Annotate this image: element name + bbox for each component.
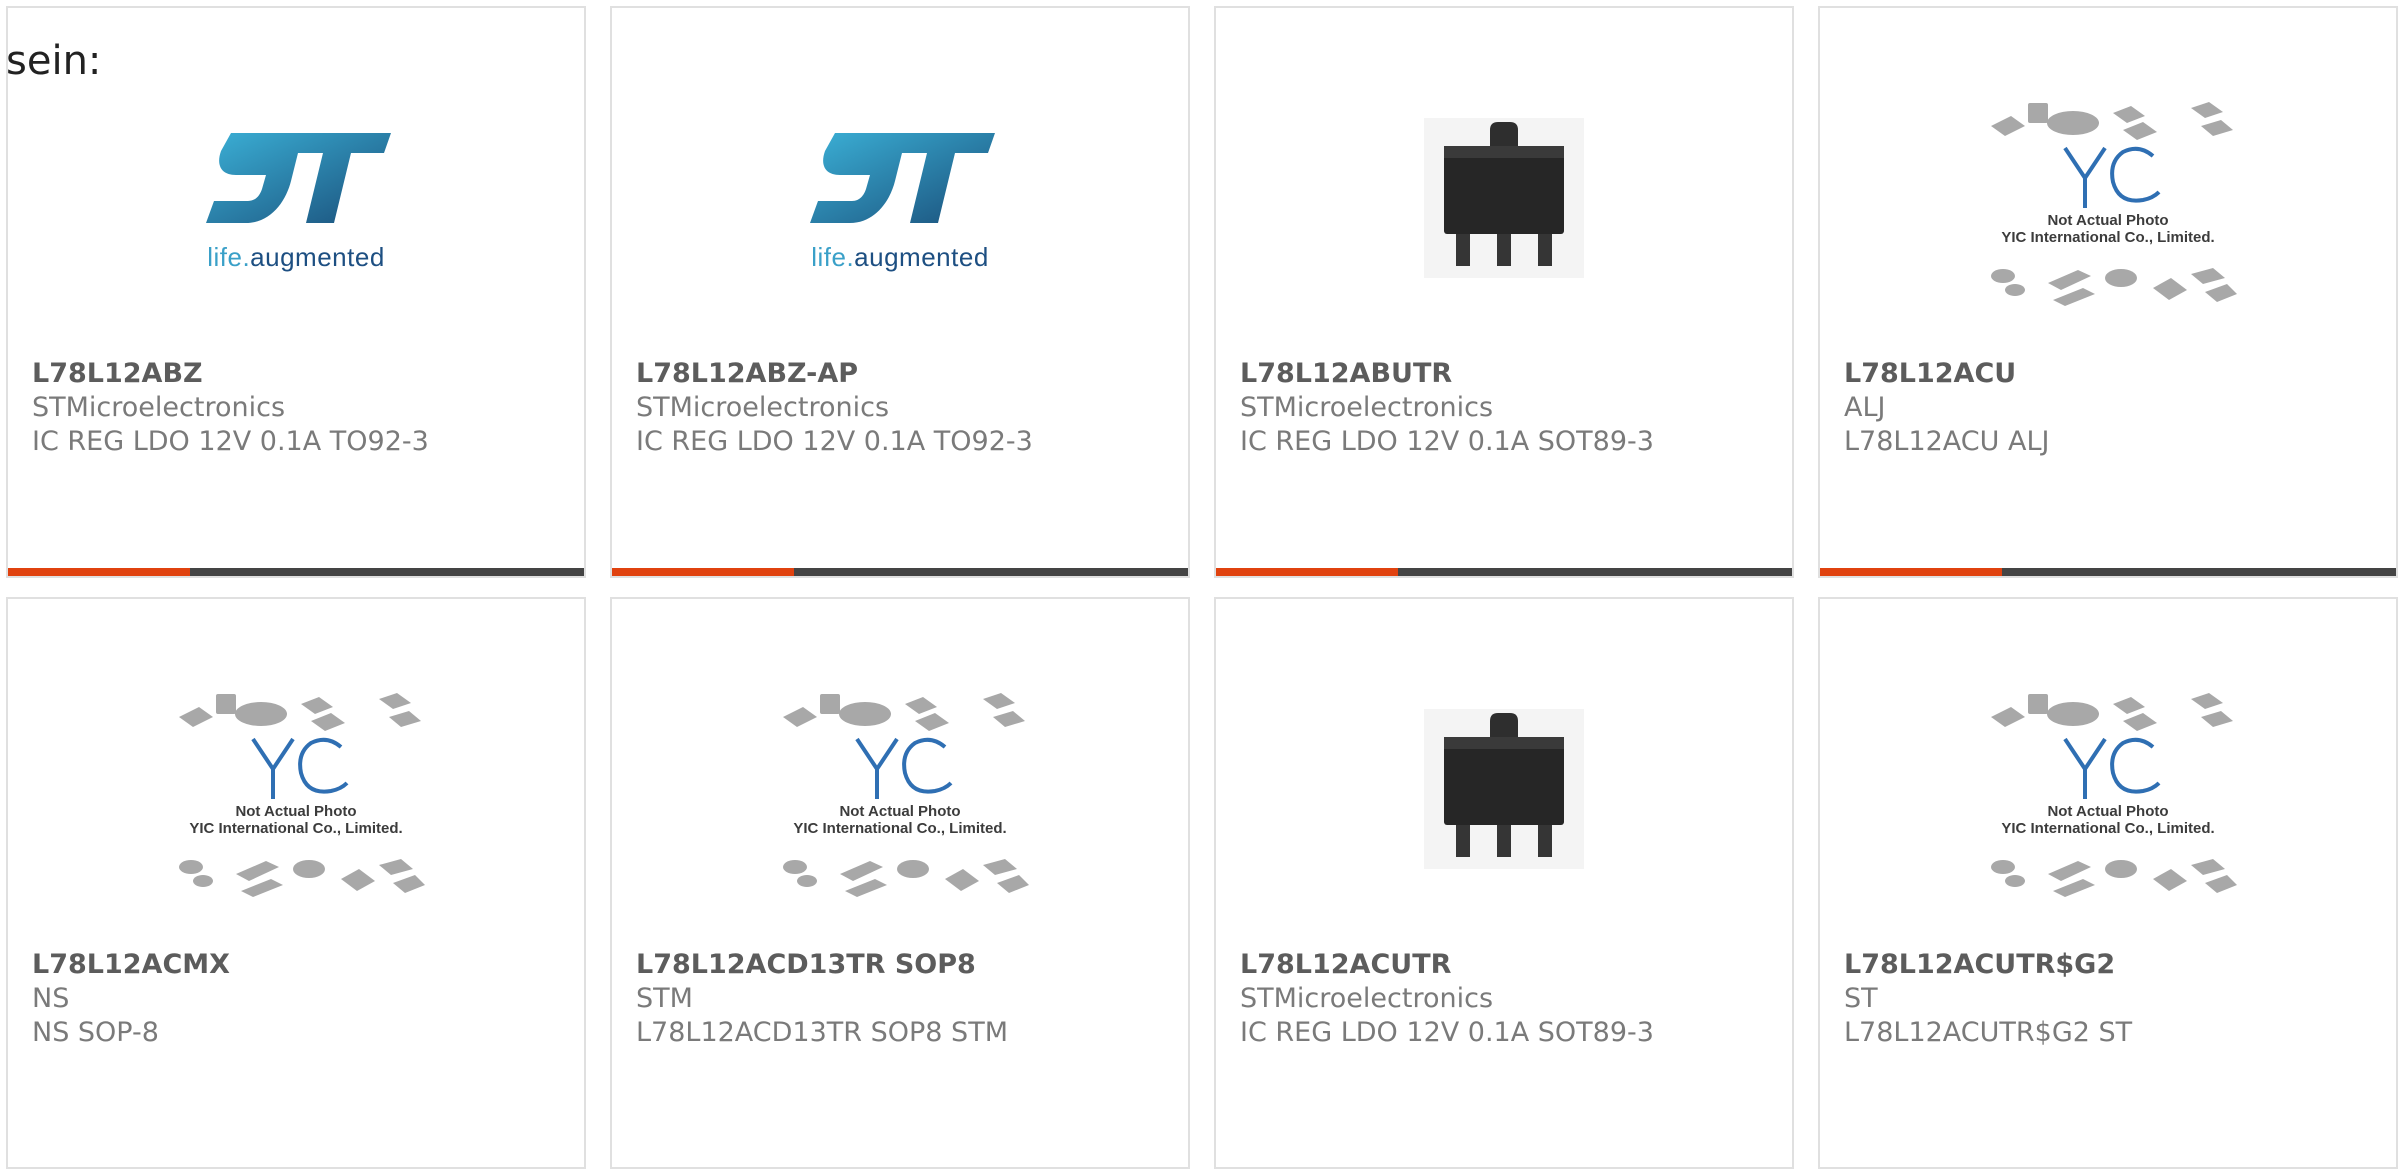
description: IC REG LDO 12V 0.1A SOT89-3 xyxy=(1240,1017,1654,1048)
card-bottom-bar xyxy=(8,568,584,576)
st-logo-icon: life.augmented xyxy=(790,123,1010,273)
description: IC REG LDO 12V 0.1A TO92-3 xyxy=(32,426,429,457)
product-grid: life.augmented L78L12ABZ STMicroelectron… xyxy=(0,0,2400,1169)
yic-caption-line2: YIC International Co., Limited. xyxy=(189,820,403,837)
manufacturer: ST xyxy=(1844,983,1878,1014)
product-image[interactable]: Not Actual Photo YIC International Co., … xyxy=(8,669,584,909)
description: L78L12ACU ALJ xyxy=(1844,426,2050,457)
description: IC REG LDO 12V 0.1A SOT89-3 xyxy=(1240,426,1654,457)
part-number-link[interactable]: L78L12ACD13TR SOP8 xyxy=(636,949,976,980)
product-image[interactable]: life.augmented xyxy=(8,78,584,318)
sot89-package-icon xyxy=(1424,709,1584,869)
yic-caption-line2: YIC International Co., Limited. xyxy=(793,820,1007,837)
part-number-link[interactable]: L78L12ABZ-AP xyxy=(636,358,858,389)
yic-caption-line1: Not Actual Photo xyxy=(2047,212,2169,229)
tagline-life: life. xyxy=(207,242,251,272)
yic-placeholder-icon: Not Actual Photo YIC International Co., … xyxy=(161,669,431,909)
product-card[interactable]: Not Actual Photo YIC International Co., … xyxy=(6,597,586,1169)
manufacturer: STM xyxy=(636,983,693,1014)
yic-caption-line1: Not Actual Photo xyxy=(839,803,961,820)
yic-placeholder-icon: Not Actual Photo YIC International Co., … xyxy=(1973,669,2243,909)
yic-caption-line1: Not Actual Photo xyxy=(235,803,357,820)
manufacturer: STMicroelectronics xyxy=(1240,392,1494,423)
description: L78L12ACUTR$G2 ST xyxy=(1844,1017,2133,1048)
card-accent-bar xyxy=(1216,568,1398,576)
yic-placeholder-icon: Not Actual Photo YIC International Co., … xyxy=(765,669,1035,909)
product-card[interactable]: Not Actual Photo YIC International Co., … xyxy=(1818,597,2398,1169)
manufacturer: STMicroelectronics xyxy=(1240,983,1494,1014)
product-card[interactable]: life.augmented L78L12ABZ STMicroelectron… xyxy=(6,6,586,578)
part-number-link[interactable]: L78L12ACU xyxy=(1844,358,2016,389)
tagline-augmented: augmented xyxy=(854,242,989,272)
part-number-link[interactable]: L78L12ABUTR xyxy=(1240,358,1452,389)
product-card[interactable]: life.augmented L78L12ABZ-AP STMicroelect… xyxy=(610,6,1190,578)
st-logo-icon: life.augmented xyxy=(186,123,406,273)
part-number-link[interactable]: L78L12ACMX xyxy=(32,949,230,980)
yic-caption-line2: YIC International Co., Limited. xyxy=(2001,229,2215,246)
manufacturer: NS xyxy=(32,983,70,1014)
sot89-package-icon xyxy=(1424,118,1584,278)
part-number-link[interactable]: L78L12ACUTR xyxy=(1240,949,1451,980)
product-image[interactable] xyxy=(1216,78,1792,318)
product-image[interactable] xyxy=(1216,669,1792,909)
card-bottom-bar xyxy=(1820,568,2396,576)
part-number-link[interactable]: L78L12ACUTR$G2 xyxy=(1844,949,2115,980)
product-card[interactable]: Not Actual Photo YIC International Co., … xyxy=(610,597,1190,1169)
card-bottom-bar xyxy=(612,568,1188,576)
card-accent-bar xyxy=(612,568,794,576)
product-card[interactable]: Not Actual Photo YIC International Co., … xyxy=(1818,6,2398,578)
yic-caption-line2: YIC International Co., Limited. xyxy=(2001,820,2215,837)
product-image[interactable]: Not Actual Photo YIC International Co., … xyxy=(1820,669,2396,909)
card-bottom-bar xyxy=(1216,568,1792,576)
product-image[interactable]: Not Actual Photo YIC International Co., … xyxy=(1820,78,2396,318)
description: NS SOP-8 xyxy=(32,1017,159,1048)
intro-text: sein: xyxy=(6,38,102,84)
yic-placeholder-icon: Not Actual Photo YIC International Co., … xyxy=(1973,78,2243,318)
description: L78L12ACD13TR SOP8 STM xyxy=(636,1017,1008,1048)
manufacturer: ALJ xyxy=(1844,392,1886,423)
manufacturer: STMicroelectronics xyxy=(636,392,890,423)
product-card[interactable]: L78L12ACUTR STMicroelectronics IC REG LD… xyxy=(1214,597,1794,1169)
manufacturer: STMicroelectronics xyxy=(32,392,286,423)
tagline-life: life. xyxy=(811,242,855,272)
tagline-augmented: augmented xyxy=(250,242,385,272)
part-number-link[interactable]: L78L12ABZ xyxy=(32,358,203,389)
card-accent-bar xyxy=(8,568,190,576)
product-image[interactable]: life.augmented xyxy=(612,78,1188,318)
card-accent-bar xyxy=(1820,568,2002,576)
description: IC REG LDO 12V 0.1A TO92-3 xyxy=(636,426,1033,457)
product-image[interactable]: Not Actual Photo YIC International Co., … xyxy=(612,669,1188,909)
yic-caption-line1: Not Actual Photo xyxy=(2047,803,2169,820)
product-card[interactable]: L78L12ABUTR STMicroelectronics IC REG LD… xyxy=(1214,6,1794,578)
